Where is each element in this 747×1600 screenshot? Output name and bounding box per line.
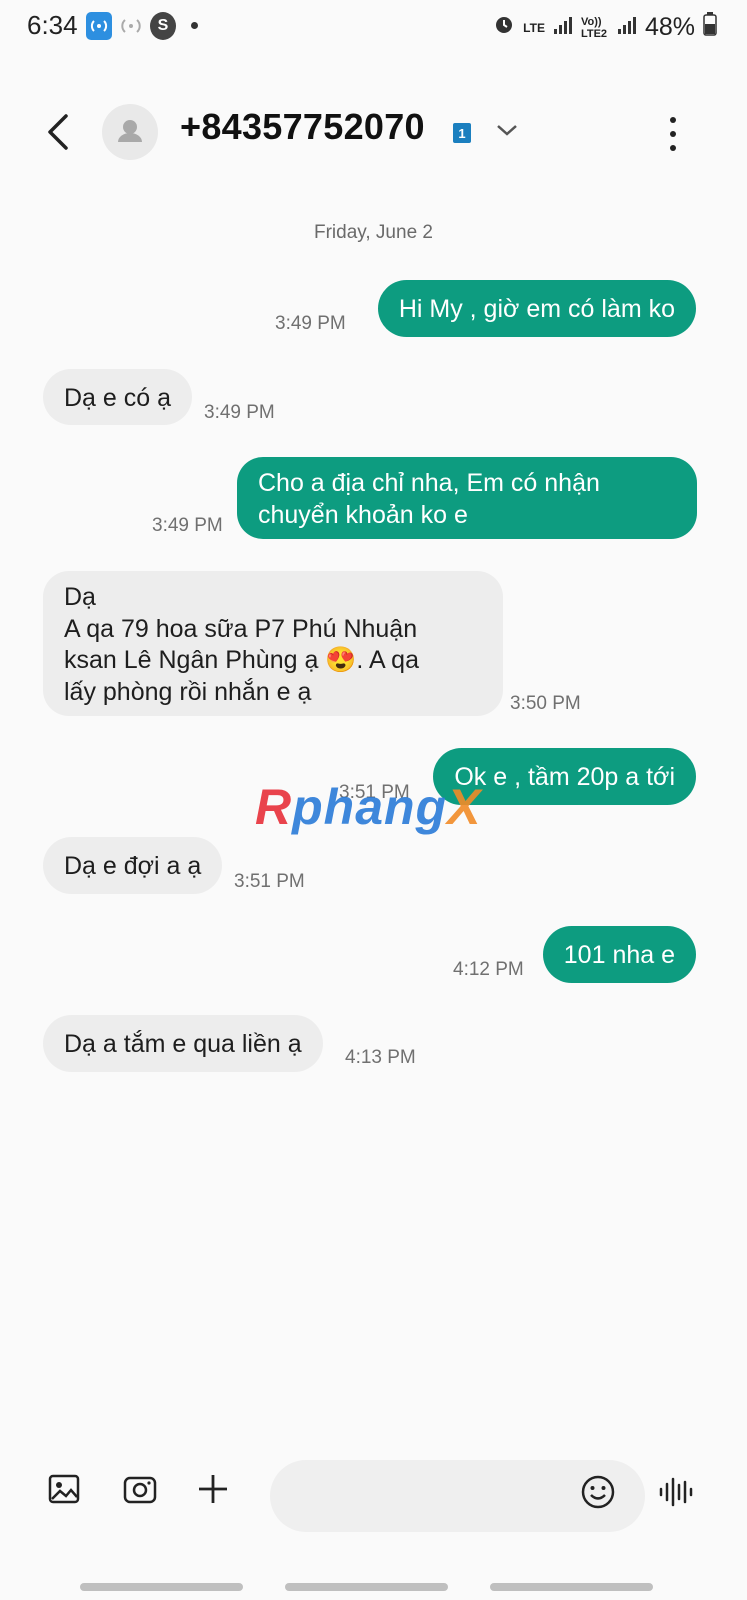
notification-dot-icon: [191, 22, 198, 29]
message-time: 3:50 PM: [510, 693, 581, 714]
sim-badge: 1: [453, 123, 471, 143]
watermark-logo: RphangX: [255, 778, 481, 836]
battery-icon: [703, 12, 717, 43]
nav-bar-segment[interactable]: [490, 1583, 653, 1591]
camera-icon[interactable]: [122, 1472, 158, 1511]
message-time: 4:12 PM: [453, 959, 524, 980]
signal-icon: [553, 13, 573, 42]
alarm-icon: [493, 13, 515, 42]
message-incoming[interactable]: Dạ e đợi a ạ: [43, 837, 223, 894]
voice-icon[interactable]: [658, 1474, 694, 1515]
message-outgoing[interactable]: Hi My , giờ em có làm ko: [377, 280, 696, 337]
contact-title[interactable]: +84357752070: [180, 106, 425, 148]
hotspot-icon: [86, 12, 112, 40]
message-incoming[interactable]: Dạ A qa 79 hoa sữa P7 Phú Nhuận ksan Lê …: [43, 571, 503, 716]
nav-bar-segment[interactable]: [285, 1583, 448, 1591]
status-right: LTE Vo)) LTE2 48%: [493, 12, 717, 43]
gallery-icon[interactable]: [47, 1472, 81, 1511]
watermark-part: phang: [292, 779, 448, 835]
more-options-icon[interactable]: [663, 112, 683, 156]
message-incoming[interactable]: Dạ a tắm e qua liền ạ: [43, 1015, 323, 1072]
status-time: 6:34: [27, 10, 78, 40]
message-incoming[interactable]: Dạ e có ạ: [43, 369, 193, 425]
watermark-part: X: [447, 779, 482, 835]
message-time: 3:49 PM: [204, 402, 275, 423]
chevron-down-icon[interactable]: [494, 120, 520, 140]
message-outgoing[interactable]: Cho a địa chỉ nha, Em có nhận chuyển kho…: [237, 457, 697, 539]
watermark-part: R: [255, 779, 293, 835]
nav-bar-segment[interactable]: [80, 1583, 243, 1591]
message-time: 4:13 PM: [345, 1047, 416, 1068]
date-separator: Friday, June 2: [314, 222, 433, 243]
plus-icon[interactable]: [196, 1472, 230, 1511]
back-arrow-icon[interactable]: [44, 110, 74, 160]
battery-percent: 48%: [644, 13, 695, 41]
emoji-icon[interactable]: [580, 1474, 616, 1515]
network-lte: LTE: [523, 20, 545, 35]
message-time: 3:49 PM: [275, 313, 346, 334]
wifi-calling-icon: [118, 12, 144, 40]
skype-icon: S: [150, 12, 176, 40]
message-outgoing[interactable]: 101 nha e: [542, 926, 696, 983]
network-lte2: Vo)) LTE2: [580, 15, 608, 40]
message-time: 3:49 PM: [152, 515, 223, 536]
contact-avatar-icon[interactable]: [102, 104, 158, 160]
signal-2-icon: [617, 13, 637, 42]
message-time: 3:51 PM: [234, 871, 305, 892]
